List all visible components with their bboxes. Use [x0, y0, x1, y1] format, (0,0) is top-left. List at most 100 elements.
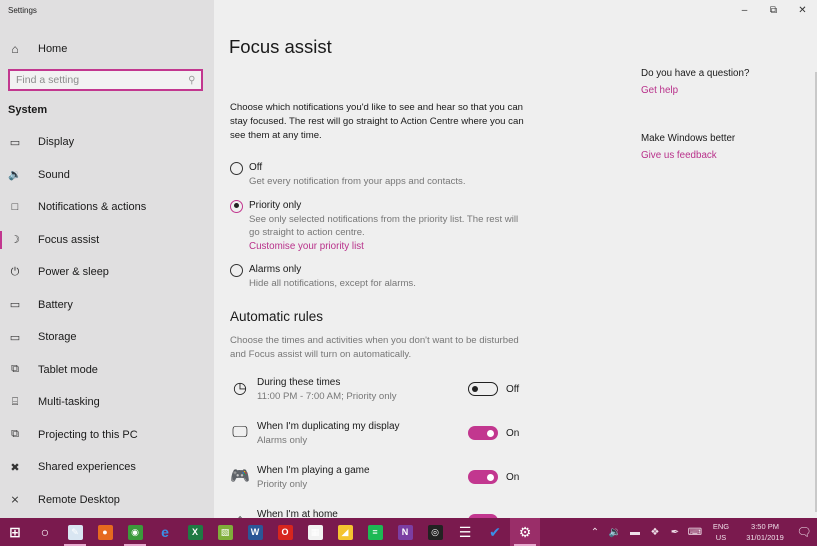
sidebar-item-sound[interactable]: 🔉 Sound [0, 159, 214, 192]
sidebar-home[interactable]: ⌂ Home [8, 40, 67, 58]
taskbar-database-button[interactable]: ☰ [450, 518, 480, 546]
automatic-rules-title: Automatic rules [230, 309, 324, 324]
automatic-rules-desc: Choose the times and activities when you… [230, 335, 519, 360]
radio-button[interactable] [230, 199, 243, 213]
multitasking-icon: ⌸ [11, 395, 19, 408]
sidebar-item-label: Power & sleep [38, 266, 109, 279]
sidebar-item-label: Tablet mode [38, 363, 98, 376]
sidebar-item-label: Display [38, 136, 75, 149]
rule-toggle[interactable] [468, 382, 498, 396]
language-indicator[interactable]: ENG US [709, 521, 733, 543]
sidebar-item-projecting-to-this-pc[interactable]: ⧉ Projecting to this PC [0, 419, 214, 452]
sketch-app-icon: ✎ [67, 524, 83, 540]
rule-row[interactable]: 🎮 When I'm playing a game Priority only … [230, 464, 530, 494]
rule-subtitle: Priority only [257, 479, 308, 490]
customise-priority-list-link[interactable]: Customise your priority list [249, 240, 530, 254]
minimize-button[interactable]: – [730, 2, 759, 18]
sidebar-item-focus-assist[interactable]: ☽ Focus assist [0, 224, 214, 257]
sidebar-item-tablet-mode[interactable]: ⧉ Tablet mode [0, 354, 214, 387]
onenote-icon: N [397, 524, 413, 540]
home-icon: ⌂ [11, 42, 19, 56]
monitor-icon: 🖵 [232, 424, 248, 441]
taskbar-sticky-notes-button[interactable]: ◢ [330, 518, 360, 546]
sidebar-item-label: Notifications & actions [38, 201, 147, 214]
radio-button[interactable] [230, 264, 243, 277]
moon-icon: ☽ [10, 234, 20, 247]
sidebar-item-battery[interactable]: ▭ Battery [0, 289, 214, 322]
sidebar-item-display[interactable]: ▭ Display [0, 126, 214, 159]
sidebar-item-notifications-actions[interactable]: □ Notifications & actions [0, 191, 214, 224]
taskbar-opera-button[interactable]: O [270, 518, 300, 546]
cortana-icon: ○ [40, 524, 50, 540]
rule-row[interactable]: ◷ During these times 11:00 PM - 7:00 AM;… [230, 376, 530, 406]
radio-button[interactable] [230, 162, 243, 175]
taskbar-word-button[interactable]: W [240, 518, 270, 546]
rule-toggle[interactable] [468, 470, 498, 484]
rule-toggle[interactable] [468, 426, 498, 440]
taskbar-start-button[interactable]: ⊞ [0, 518, 30, 546]
database-icon: ☰ [458, 523, 472, 540]
sidebar-item-label: Battery [38, 298, 73, 311]
taskbar-store-button[interactable]: ▦ [300, 518, 330, 546]
taskbar-onenote-button[interactable]: N [390, 518, 420, 546]
sidebar-item-label: Multi-tasking [38, 396, 100, 409]
feedback-link[interactable]: Give us feedback [641, 150, 811, 161]
sidebar-item-shared-experiences[interactable]: ✖ Shared experiences [0, 451, 214, 484]
taskbar-firefox-button[interactable]: ● [90, 518, 120, 546]
battery-icon: ▭ [9, 299, 21, 312]
dropbox-icon[interactable]: ❖ [645, 527, 665, 538]
taskbar-sketch-app-button[interactable]: ✎ [60, 518, 90, 546]
search-icon[interactable]: ⚲ [188, 75, 195, 86]
taskbar-image-app-button[interactable]: ▧ [210, 518, 240, 546]
show-hidden-icons-chevron-icon[interactable]: ⌃ [585, 527, 605, 538]
shared-experiences-icon: ✖ [10, 461, 20, 474]
sidebar-item-power-sleep[interactable]: ⏻ Power & sleep [0, 256, 214, 289]
remote-desktop-icon: ⨯ [10, 494, 20, 507]
section-title: System [8, 104, 48, 116]
opera-icon: O [277, 524, 293, 540]
sidebar-item-remote-desktop[interactable]: ⨯ Remote Desktop [0, 484, 214, 517]
sidebar-item-label: Storage [38, 331, 77, 344]
taskbar-chrome-button[interactable]: ◉ [120, 518, 150, 546]
clock[interactable]: 3:50 PM 31/01/2019 [739, 521, 791, 543]
radio-alarms-only[interactable]: Alarms only Hide all notifications, exce… [230, 263, 530, 291]
battery-tray-icon[interactable]: ▬ [625, 527, 645, 538]
rule-subtitle: 11:00 PM - 7:00 AM; Priority only [257, 391, 397, 402]
taskbar-edge-button[interactable]: e [150, 518, 180, 546]
sticky-notes-icon: ◢ [337, 524, 353, 540]
projecting-icon: ⧉ [11, 428, 19, 441]
pen-icon[interactable]: ✒ [665, 527, 685, 538]
question-heading: Do you have a question? [641, 68, 750, 79]
radio-off[interactable]: Off Get every notification from your app… [230, 161, 530, 189]
store-icon: ▦ [307, 524, 323, 540]
excel-icon: X [187, 524, 203, 540]
sidebar-item-label: Sound [38, 168, 70, 181]
search-input[interactable] [16, 74, 188, 86]
get-help-link[interactable]: Get help [641, 85, 811, 96]
taskbar-excel-button[interactable]: X [180, 518, 210, 546]
sidebar-item-label: Projecting to this PC [38, 428, 138, 441]
radio-priority-only[interactable]: Priority only See only selected notifica… [230, 199, 530, 254]
sidebar-nav: ▭ Display 🔉 Sound □ Notifications & actions ☽ F… [0, 126, 214, 516]
edge-icon: e [161, 524, 169, 540]
sidebar-item-storage[interactable]: ▭ Storage [0, 321, 214, 354]
action-centre-icon[interactable]: 🗨 [791, 525, 817, 539]
sidebar-item-multi-tasking[interactable]: ⌸ Multi-tasking [0, 386, 214, 419]
restore-button[interactable]: ⧉ [759, 2, 788, 18]
search-box[interactable]: ⚲ [8, 69, 203, 91]
touch-keyboard-icon[interactable]: ⌨ [685, 527, 705, 538]
firefox-icon: ● [97, 524, 113, 540]
close-button[interactable]: ✕ [788, 2, 817, 18]
clock-date: 31/01/2019 [746, 533, 784, 542]
taskbar-todo-button[interactable]: ✔ [480, 518, 510, 546]
window-controls: – ⧉ ✕ [730, 2, 817, 18]
taskbar-spotify-button[interactable]: ≡ [360, 518, 390, 546]
rule-row[interactable]: 🖵 When I'm duplicating my display Alarms… [230, 420, 530, 450]
language-code: ENG [712, 522, 730, 531]
spotify-icon: ≡ [367, 524, 383, 540]
taskbar-obs-button[interactable]: ◎ [420, 518, 450, 546]
notifications-icon: □ [11, 201, 19, 214]
volume-icon[interactable]: 🔉 [605, 527, 625, 538]
taskbar-settings-gear-button[interactable]: ⚙ [510, 518, 540, 546]
taskbar-cortana-button[interactable]: ○ [30, 518, 60, 546]
